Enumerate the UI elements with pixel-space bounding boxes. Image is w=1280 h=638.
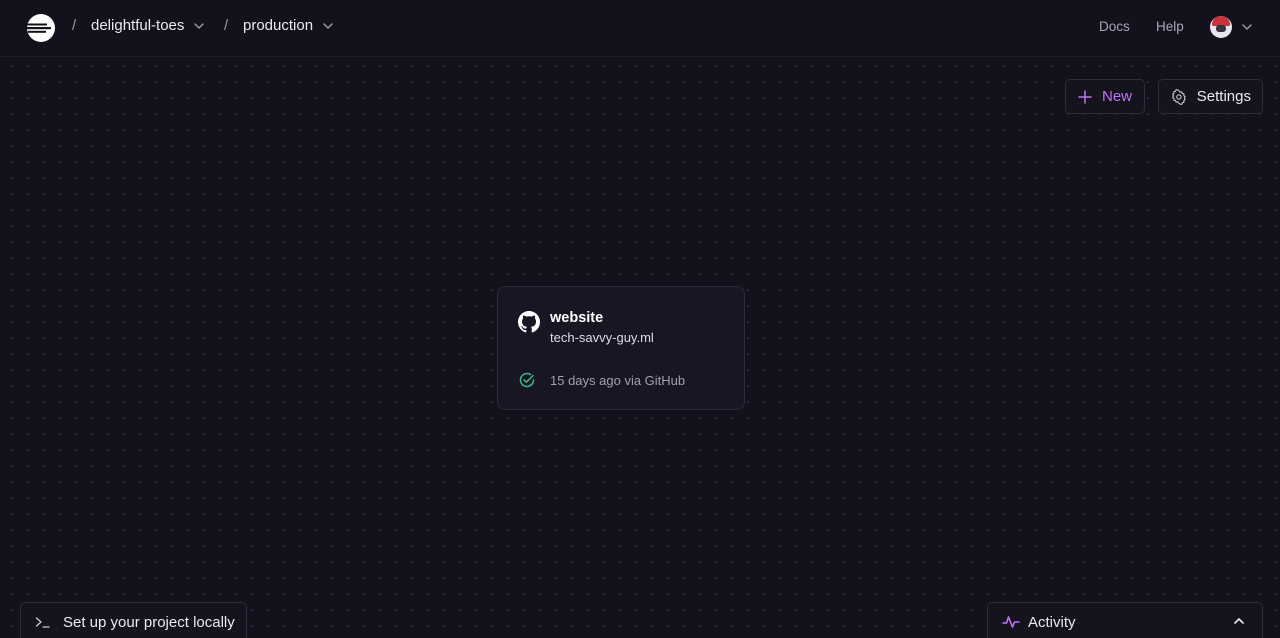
chevron-up-icon [1234,618,1244,624]
docs-link[interactable]: Docs [1099,19,1130,34]
settings-button[interactable]: Settings [1158,79,1263,114]
avatar [1210,16,1232,38]
deploy-status: 15 days ago via GitHub [550,373,686,388]
plus-icon [1078,89,1092,104]
terminal-icon [35,617,50,628]
setup-local-button[interactable]: Set up your project locally [20,602,247,638]
check-circle-icon [519,372,535,388]
top-bar: / delightful-toes / production Docs Help [0,0,1280,57]
project-name: delightful-toes [91,17,185,34]
canvas: / delightful-toes / production Docs Help [0,0,1280,638]
chevron-down-icon [1242,24,1252,30]
gear-icon [1172,88,1186,105]
settings-button-label: Settings [1196,88,1251,105]
activity-label: Activity [1028,613,1076,631]
account-menu[interactable] [1210,16,1254,38]
environment-name: production [243,17,314,34]
breadcrumb-separator: / [72,17,77,34]
environment-switcher[interactable]: production [243,17,335,34]
chevron-down-icon [194,22,205,29]
railway-logo-icon[interactable] [26,13,56,43]
github-icon [518,311,540,333]
activity-icon [1002,616,1020,628]
breadcrumb-separator: / [224,17,229,34]
service-card[interactable]: website tech-savvy-guy.ml 15 days ago vi… [497,286,745,410]
setup-local-label: Set up your project locally [63,613,235,631]
chevron-down-icon [323,22,333,29]
project-switcher[interactable]: delightful-toes [91,17,206,34]
new-button[interactable]: New [1065,79,1145,114]
new-button-label: New [1102,88,1133,105]
service-domain: tech-savvy-guy.ml [550,330,654,345]
service-name: website [550,310,604,326]
activity-panel-toggle[interactable]: Activity [987,602,1263,638]
help-link[interactable]: Help [1156,19,1184,34]
